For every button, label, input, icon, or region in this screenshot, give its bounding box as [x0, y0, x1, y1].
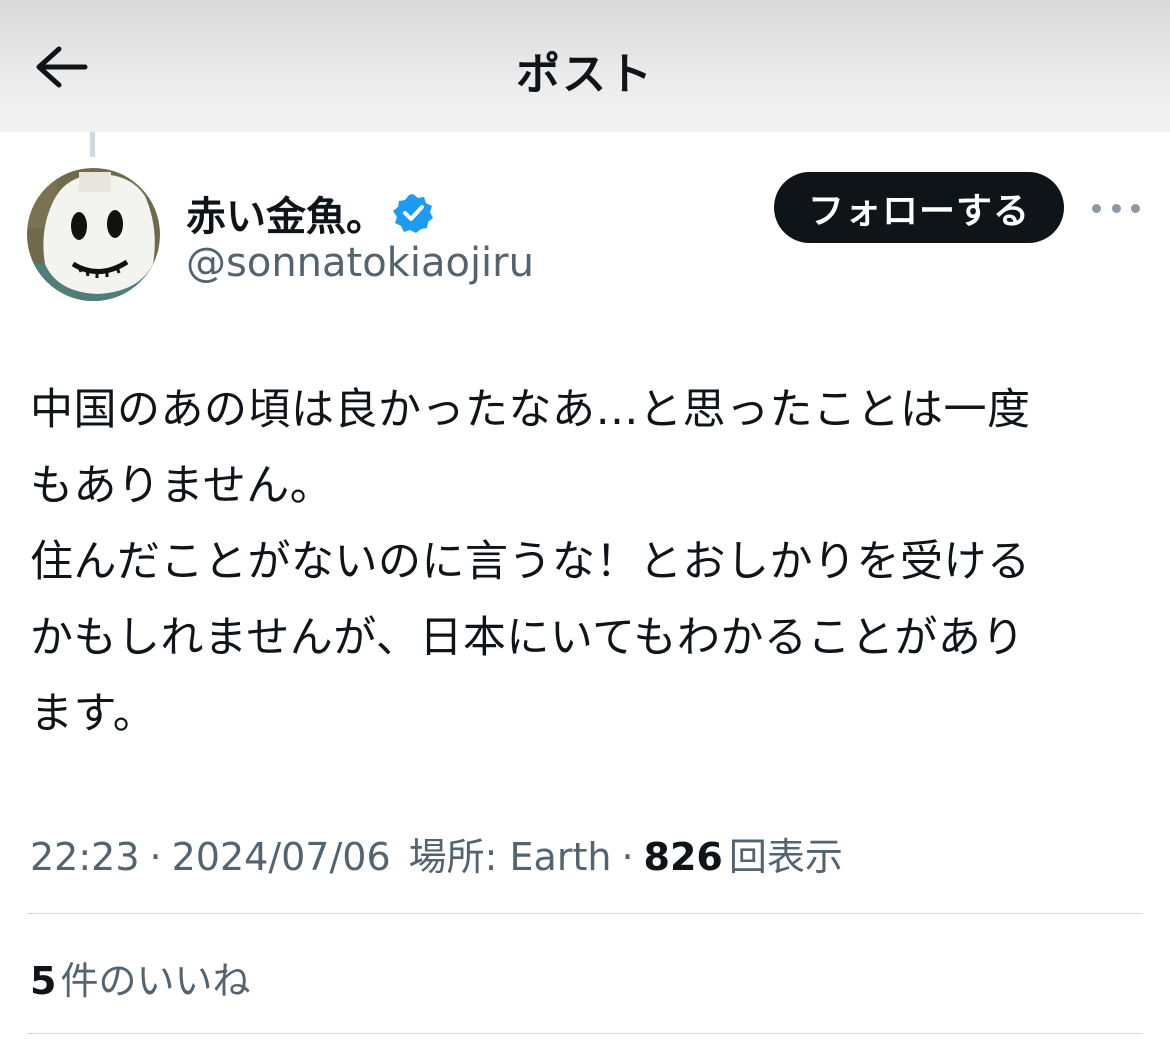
post-text-line: 中国のあの頃は良かったなあ…と思ったことは一度 [30, 385, 1031, 435]
post-text-line: ます。 [30, 689, 157, 739]
more-dots-icon [1131, 203, 1140, 213]
top-nav-bar: ポスト [0, 0, 1170, 132]
post-date[interactable]: 2024/07/06 [172, 835, 391, 879]
post-meta: 22:23 · 2024/07/06 場所: Earth · 826 回表示 [30, 826, 843, 881]
likes-label: 件のいいね [60, 959, 251, 1003]
more-options-button[interactable] [1092, 196, 1140, 220]
divider [27, 913, 1143, 914]
post-time[interactable]: 22:23 [30, 835, 140, 879]
views-count: 826 [643, 835, 723, 879]
follow-button[interactable]: フォローする [774, 172, 1064, 243]
post-text-line: もありません。 [30, 461, 334, 511]
meta-separator: · [621, 835, 634, 879]
author-handle[interactable]: @sonnatokiaojiru [186, 240, 534, 286]
more-dots-icon [1111, 203, 1121, 213]
avatar[interactable] [27, 168, 160, 301]
likes-count: 5 [30, 959, 57, 1003]
divider [27, 1033, 1143, 1034]
post-text-line: 住んだことがないのに言うな！とおしかりを受ける [30, 537, 1031, 587]
verified-badge-icon [393, 194, 433, 233]
post-location: 場所: Earth [408, 835, 612, 879]
page-title: ポスト [516, 49, 654, 100]
author-display-name[interactable]: 赤い金魚。 [186, 184, 386, 242]
more-dots-icon [1092, 203, 1101, 213]
avatar-image [27, 168, 160, 301]
views-label: 回表示 [728, 835, 843, 879]
post-body: 中国のあの頃は良かったなあ…と思ったことは一度 もありません。 住んだことがない… [30, 372, 1145, 752]
post-text-line: かもしれませんが、日本にいてもわかることがあり [30, 613, 1025, 663]
author-name-row[interactable]: 赤い金魚。 [186, 184, 434, 242]
thread-connector-line [90, 132, 95, 157]
post-detail-screen: ポスト 赤い金魚。 @sonnatokiaojiru フォローする 中国のあの頃… [0, 0, 1170, 1043]
likes-summary[interactable]: 5 件のいいね [30, 950, 250, 1005]
meta-separator: · [149, 835, 162, 879]
